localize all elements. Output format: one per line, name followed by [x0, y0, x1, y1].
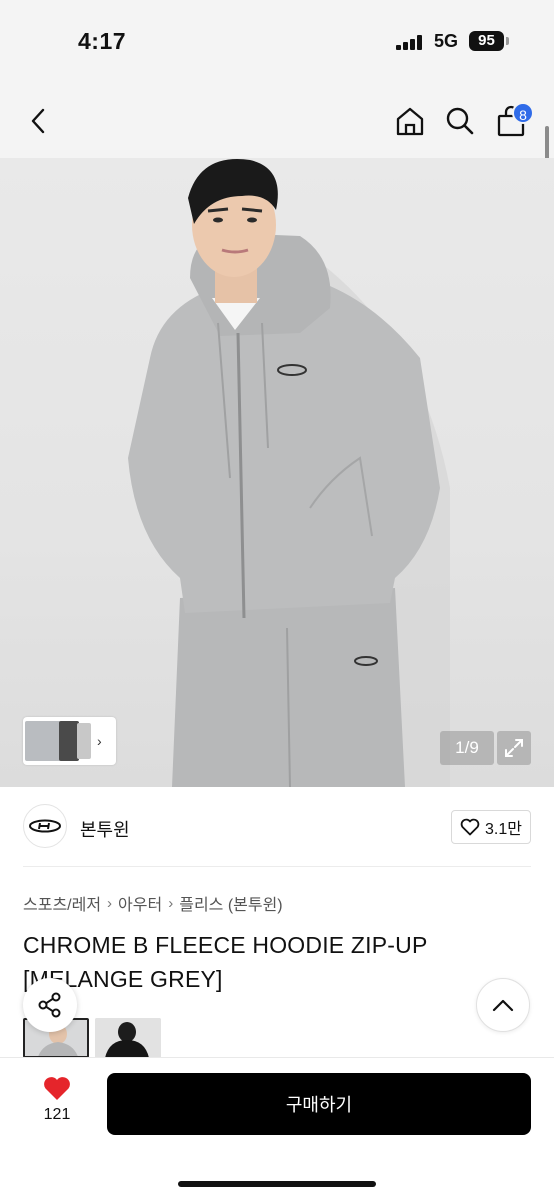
share-button[interactable] — [23, 978, 77, 1032]
chevron-right-icon: › — [168, 894, 174, 912]
image-counter: 1/9 — [440, 731, 494, 765]
back-button[interactable] — [18, 100, 60, 142]
color-option-thumbnail[interactable] — [95, 1018, 161, 1058]
status-bar: 4:17 5G 95 — [0, 0, 554, 86]
model-photo — [128, 159, 450, 787]
brand-like-button[interactable]: 3.1만 — [451, 810, 531, 844]
brand-logo[interactable] — [23, 804, 67, 848]
status-time: 4:17 — [78, 28, 127, 54]
home-icon — [396, 107, 424, 136]
product-title: CHROME B FLEECE HOODIE ZIP-UP [MELANGE G… — [23, 932, 428, 992]
breadcrumb-item[interactable]: 아우터 — [118, 891, 162, 915]
product-image[interactable] — [0, 158, 554, 787]
search-button[interactable] — [439, 100, 481, 142]
divider — [23, 866, 531, 867]
home-button[interactable] — [389, 100, 431, 142]
home-indicator — [178, 1181, 376, 1187]
scroll-to-top-button[interactable] — [476, 978, 530, 1032]
expand-icon — [505, 739, 523, 757]
wishlist-count: 121 — [43, 1106, 71, 1123]
product-page: 4:17 5G 95 8 › 1/9 본투윈 3.1만 스포츠/레저 › 아우터… — [0, 0, 554, 1200]
chevron-right-icon: › — [107, 894, 113, 912]
gallery-thumbnail-strip[interactable]: › — [23, 717, 116, 765]
network-type: 5G — [434, 31, 459, 51]
black-hoodie-swatch — [95, 1018, 161, 1058]
brand-logo-mark — [29, 819, 61, 833]
thumbnail[interactable] — [59, 721, 79, 761]
cart-button[interactable]: 8 — [490, 100, 534, 142]
expand-image-button[interactable] — [497, 731, 531, 765]
buy-button[interactable]: 구매하기 — [107, 1073, 531, 1135]
search-icon — [446, 107, 474, 135]
brand-like-count: 3.1만 — [485, 821, 522, 838]
chevron-up-icon — [492, 999, 514, 1012]
chevron-left-icon — [31, 108, 45, 134]
wishlist-button[interactable]: 121 — [30, 1075, 84, 1133]
breadcrumb-item[interactable]: 플리스 (본투윈) — [179, 891, 282, 915]
brand-name[interactable]: 본투윈 — [80, 816, 130, 842]
battery-icon: 95 — [469, 31, 504, 51]
thumbnail[interactable] — [25, 721, 61, 761]
chevron-right-icon: › — [97, 733, 102, 749]
cart-count-badge: 8 — [512, 102, 534, 124]
share-icon — [38, 992, 61, 1018]
nav-bar: 8 — [0, 86, 554, 158]
heart-outline-icon — [460, 818, 480, 836]
breadcrumb: 스포츠/레저 › 아우터 › 플리스 (본투윈) — [23, 891, 283, 915]
battery-cap — [506, 37, 509, 45]
heart-filled-icon — [44, 1077, 70, 1100]
breadcrumb-item[interactable]: 스포츠/레저 — [23, 891, 101, 915]
signal-icon — [396, 34, 426, 50]
thumbnail[interactable] — [77, 723, 91, 759]
